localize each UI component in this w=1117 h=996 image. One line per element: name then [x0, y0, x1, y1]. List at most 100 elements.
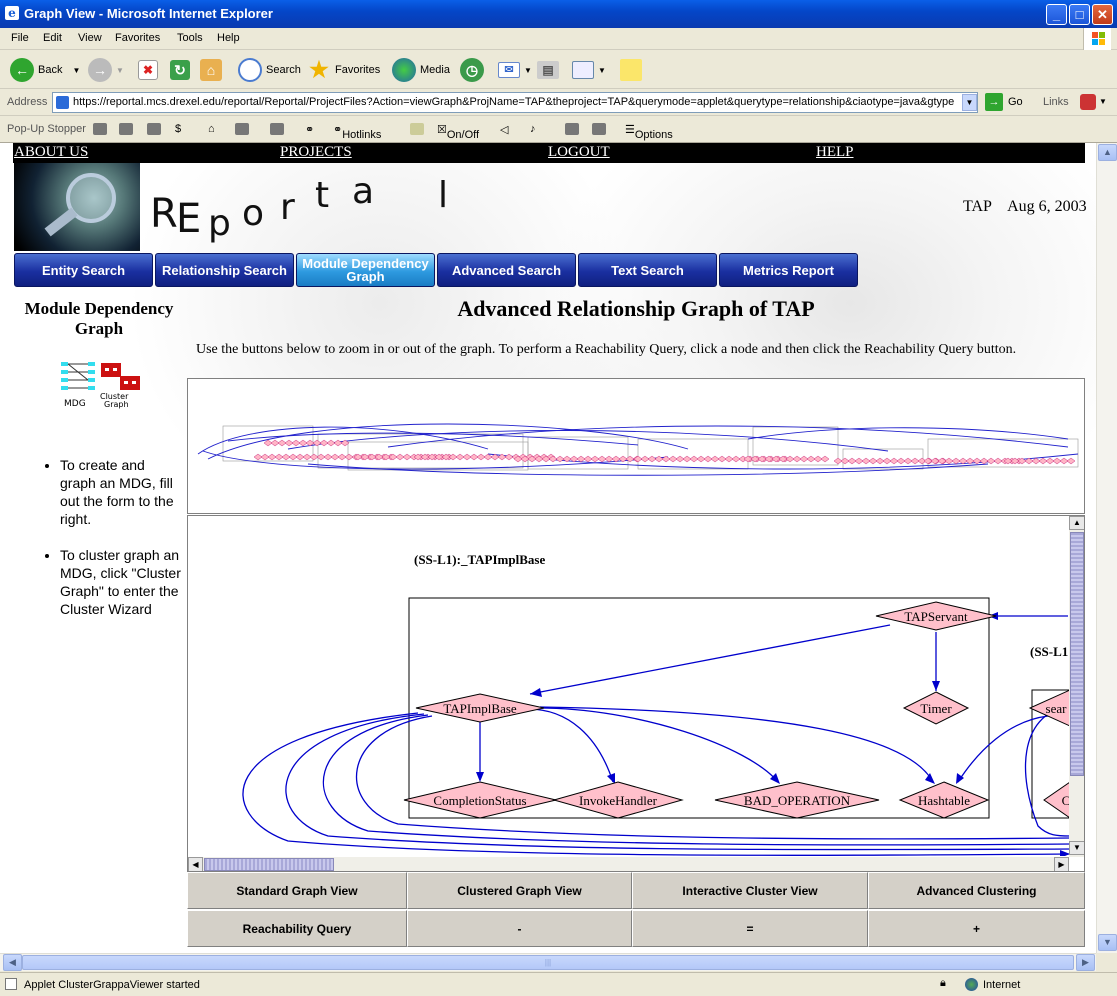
address-input[interactable]: https://reportal.mcs.drexel.edu/reportal… — [52, 92, 978, 113]
links-dropdown-icon[interactable]: ▼ — [1099, 97, 1107, 106]
zoom-reset-button[interactable]: = — [632, 910, 868, 947]
nav-projects[interactable]: PROJECTS — [280, 144, 352, 161]
node-tapservant[interactable]: TAPServant — [875, 601, 997, 631]
maximize-button[interactable]: □ — [1069, 4, 1090, 25]
clustered-graph-view-button[interactable]: Clustered Graph View — [407, 872, 632, 909]
tab-advanced-search[interactable]: Advanced Search — [437, 253, 576, 287]
menu-view[interactable]: View — [78, 32, 102, 44]
node-hashtable[interactable]: Hashtable — [898, 781, 990, 819]
menu-file[interactable]: File — [11, 32, 29, 44]
home-small-icon[interactable]: ⌂ — [208, 123, 215, 135]
popup-tool-icon-4[interactable] — [235, 123, 249, 136]
back-button[interactable]: ← Back ▼ — [10, 57, 80, 83]
menu-tools[interactable]: Tools — [177, 32, 203, 44]
forward-button[interactable]: → ▼ — [88, 57, 124, 83]
mail-button[interactable]: ✉ ▼ — [498, 57, 532, 83]
chain-icon[interactable]: ⚭ — [305, 123, 314, 136]
edit-icon — [572, 61, 594, 79]
media-button[interactable]: Media — [392, 57, 450, 83]
node-bad-operation[interactable]: BAD_OPERATION — [714, 781, 880, 819]
history-button[interactable]: ◷ — [460, 57, 488, 83]
tab-module-dependency-graph[interactable]: Module Dependency Graph — [296, 253, 435, 287]
folder-icon[interactable] — [410, 123, 424, 136]
graph-overview-panel[interactable] — [187, 378, 1085, 514]
nav-about-us[interactable]: ABOUT US — [14, 144, 88, 161]
interactive-cluster-view-button[interactable]: Interactive Cluster View — [632, 872, 868, 909]
links-toolbar-icon[interactable] — [1080, 94, 1096, 110]
popup-tool-icon-1[interactable] — [93, 123, 107, 136]
page-scroll-down-icon[interactable]: ▼ — [1098, 934, 1117, 951]
node-timer[interactable]: Timer — [902, 691, 970, 725]
page-hscrollbar[interactable]: ◀ ||| ▶ — [0, 953, 1096, 971]
music-note-icon[interactable]: ♪ — [530, 123, 536, 135]
node-completionstatus[interactable]: CompletionStatus — [403, 781, 557, 819]
tab-entity-search[interactable]: Entity Search — [14, 253, 153, 287]
zoom-out-button[interactable]: - — [407, 910, 632, 947]
graph-overview[interactable] — [188, 379, 1084, 513]
zoom-in-button[interactable]: + — [868, 910, 1085, 947]
page-title: Advanced Relationship Graph of TAP — [457, 296, 815, 321]
refresh-button[interactable]: ↻ — [170, 57, 194, 83]
graph-vscroll-thumb[interactable] — [1070, 532, 1084, 776]
dollar-icon[interactable]: $ — [175, 123, 181, 135]
page-scroll-left-icon[interactable]: ◀ — [3, 954, 22, 971]
back-dropdown-icon[interactable]: ▼ — [72, 66, 80, 75]
tab-relationship-search[interactable]: Relationship Search — [155, 253, 294, 287]
popup-tool-icon-6[interactable] — [565, 123, 579, 136]
stop-button[interactable]: ✖ — [138, 57, 162, 83]
address-dropdown-icon[interactable]: ▼ — [962, 94, 977, 111]
links-label[interactable]: Links — [1043, 96, 1069, 108]
favorites-button[interactable]: ★ Favorites — [307, 57, 380, 83]
popup-tool-icon-2[interactable] — [119, 123, 133, 136]
graph-viewer-panel[interactable]: (SS-L1):_TAPImplBase (SS-L1 TAPServant T… — [187, 515, 1085, 872]
node-sear[interactable]: sear — [1028, 689, 1070, 727]
popup-stopper-bar: Pop-Up Stopper $ ⌂ ⚭ ⚭ Hotlinks ☒ On/Off … — [0, 117, 1117, 143]
tab-text-search[interactable]: Text Search — [578, 253, 717, 287]
search-button[interactable]: Search — [238, 57, 301, 83]
reachability-query-button[interactable]: Reachability Query — [187, 910, 407, 947]
menu-favorites[interactable]: Favorites — [115, 32, 160, 44]
graph-scroll-up-icon[interactable]: ▲ — [1069, 516, 1084, 530]
node-c[interactable]: C — [1043, 781, 1070, 819]
graph-hscrollbar[interactable]: ◀ ▶ — [188, 857, 1069, 871]
mdg-graph-icon[interactable]: MDG Cluster Graph — [58, 360, 143, 410]
graph-scroll-right-icon[interactable]: ▶ — [1054, 857, 1069, 871]
minimize-button[interactable]: _ — [1046, 4, 1067, 25]
nav-logout[interactable]: LOGOUT — [548, 144, 610, 161]
notes-button[interactable] — [620, 57, 646, 83]
page-scroll-right-icon[interactable]: ▶ — [1076, 954, 1095, 971]
menu-help[interactable]: Help — [217, 32, 240, 44]
refresh-icon: ↻ — [170, 60, 190, 80]
onoff-button[interactable]: ☒ On/Off — [437, 123, 479, 141]
graph-vscrollbar[interactable]: ▲ ▼ — [1069, 516, 1084, 857]
tab-metrics-report[interactable]: Metrics Report — [719, 253, 858, 287]
standard-graph-view-button[interactable]: Standard Graph View — [187, 872, 407, 909]
graph-canvas[interactable]: (SS-L1):_TAPImplBase (SS-L1 TAPServant T… — [188, 516, 1070, 856]
popup-tool-icon-3[interactable] — [147, 123, 161, 136]
graph-scroll-left-icon[interactable]: ◀ — [188, 857, 203, 871]
home-button[interactable]: ⌂ — [200, 57, 226, 83]
mail-dropdown-icon[interactable]: ▼ — [524, 66, 532, 75]
options-button[interactable]: ☰ Options — [625, 123, 673, 141]
page-scroll-up-icon[interactable]: ▲ — [1098, 144, 1117, 161]
print-button[interactable]: ▤ — [537, 57, 563, 83]
speaker-icon[interactable]: ◁ — [500, 123, 508, 136]
node-invokehandler[interactable]: InvokeHandler — [552, 781, 684, 819]
edit-dropdown-icon[interactable]: ▼ — [598, 66, 606, 75]
graph-hscroll-thumb[interactable] — [204, 858, 334, 871]
popup-tool-icon-7[interactable] — [592, 123, 606, 136]
nav-help[interactable]: HELP — [816, 144, 854, 161]
close-button[interactable]: ✕ — [1092, 4, 1113, 25]
status-bar: Applet ClusterGrappaViewer started 🔒︎ In… — [0, 972, 1117, 996]
cluster-label: (SS-L1):_TAPImplBase — [414, 552, 545, 567]
page-vscrollbar[interactable]: ▲ ▼ — [1096, 143, 1117, 953]
advanced-clustering-button[interactable]: Advanced Clustering — [868, 872, 1085, 909]
hotlinks-button[interactable]: ⚭ Hotlinks — [333, 123, 381, 141]
edit-button[interactable]: ▼ — [572, 57, 606, 83]
node-tapimplbase[interactable]: TAPImplBase — [415, 693, 545, 723]
graph-scroll-down-icon[interactable]: ▼ — [1069, 841, 1084, 855]
popup-tool-icon-5[interactable] — [270, 123, 284, 136]
menu-edit[interactable]: Edit — [43, 32, 62, 44]
page-hscroll-thumb[interactable]: ||| — [22, 955, 1074, 970]
go-button[interactable]: → Go — [985, 93, 1023, 111]
